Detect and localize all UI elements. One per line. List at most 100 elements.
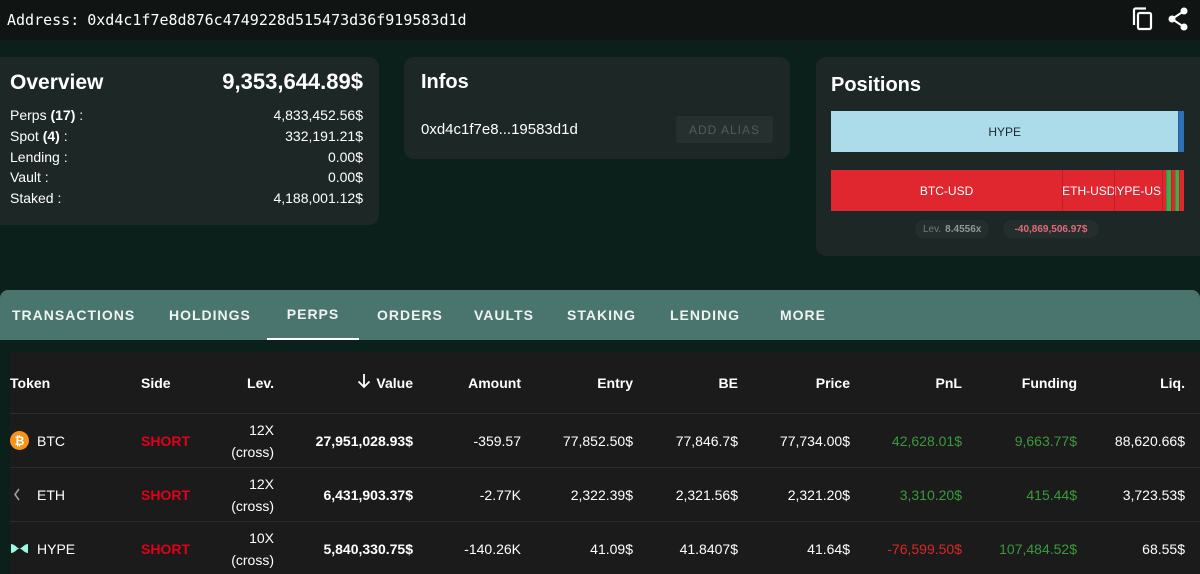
entry-cell: 77,852.50$	[562, 432, 633, 449]
allocation-segment[interactable]: BTC-USD	[831, 170, 1063, 211]
leverage-badge: Lev. 8.4556x	[915, 220, 989, 238]
overview-row-value: 0.00$	[327, 169, 363, 185]
overview-row-value: 0.00$	[327, 149, 363, 165]
overview-row-spot: Spot (4) : 332,191.21$	[10, 128, 363, 144]
allocation-segment[interactable]: ETH-USD	[1062, 170, 1115, 211]
header-value[interactable]: Value	[310, 352, 413, 413]
overview-row-vault: Vault : 0.00$	[10, 169, 363, 185]
share-icon[interactable]	[1166, 6, 1190, 32]
header-funding[interactable]: Funding	[980, 352, 1077, 413]
lev-cell: 10X (cross)	[231, 529, 274, 568]
token-name: ETH	[37, 486, 65, 503]
header-price[interactable]: Price	[760, 352, 850, 413]
tab-vaults[interactable]: VAULTS	[474, 290, 534, 340]
liq-cell: 88,620.66$	[1114, 432, 1185, 449]
allocation-segment[interactable]	[1178, 170, 1184, 211]
pnl-cell: -76,599.50$	[887, 540, 962, 557]
positions-title: Positions	[831, 74, 922, 96]
header-be[interactable]: BE	[660, 352, 738, 413]
header-token[interactable]: Token	[10, 352, 50, 413]
amount-cell: -359.57	[473, 432, 521, 449]
entry-cell: 41.09$	[590, 540, 633, 557]
tab-more[interactable]: MORE	[780, 290, 826, 340]
overview-row-count: (17)	[50, 107, 76, 123]
tab-staking[interactable]: STAKING	[567, 290, 636, 340]
arrow-down-icon	[357, 373, 371, 392]
tab-transactions[interactable]: TRANSACTIONS	[12, 290, 135, 340]
overview-row-staked: Staked : 4,188,001.12$	[10, 190, 363, 206]
overview-row-label: Staked :	[10, 190, 62, 206]
price-cell: 2,321.20$	[787, 486, 850, 503]
funding-cell: 415.44$	[1026, 486, 1077, 503]
allocation-segment[interactable]: HYPE	[831, 111, 1179, 152]
amount-cell: -2.77K	[479, 486, 521, 503]
be-cell: 41.8407$	[679, 540, 738, 557]
infos-title: Infos	[421, 71, 469, 93]
positions-badges: Lev. 8.4556x -40,869,506.97$	[915, 220, 1099, 238]
be-cell: 77,846.7$	[675, 432, 738, 449]
header-entry[interactable]: Entry	[550, 352, 633, 413]
price-cell: 77,734.00$	[779, 432, 850, 449]
perp-allocation-bar: BTC-USDETH-USDHYPE-USD	[831, 170, 1184, 211]
header-pnl[interactable]: PnL	[870, 352, 962, 413]
tab-orders[interactable]: ORDERS	[377, 290, 443, 340]
side-cell: SHORT	[141, 432, 190, 449]
address-bar: Address: 0xd4c1f7e8d876c4749228d515473d3…	[0, 0, 1200, 40]
amount-cell: -140.26K	[464, 540, 521, 557]
overview-row-value: 4,188,001.12$	[273, 190, 363, 206]
copy-icon[interactable]	[1130, 6, 1154, 32]
top-actions	[1130, 6, 1190, 32]
overview-row-label: Perps	[10, 107, 47, 123]
positions-card: Positions HYPE BTC-USDETH-USDHYPE-USD Le…	[816, 57, 1200, 256]
price-cell: 41.64$	[807, 540, 850, 557]
hyperliquid-icon	[10, 539, 29, 558]
side-cell: SHORT	[141, 540, 190, 557]
token-name: HYPE	[37, 540, 76, 557]
tab-holdings[interactable]: HOLDINGS	[169, 290, 251, 340]
allocation-segment[interactable]: HYPE-USD	[1114, 170, 1163, 211]
table-row[interactable]: HYPE SHORT 10X (cross) 5,840,330.75$ -14…	[10, 522, 1200, 574]
allocation-segment[interactable]	[1178, 111, 1184, 152]
address-label: Address:	[7, 11, 80, 29]
pnl-cell: 3,310.20$	[899, 486, 962, 503]
overview-row-value: 332,191.21$	[285, 128, 363, 144]
table-row[interactable]: ₿ BTC SHORT 12X (cross) 27,951,028.93$ -…	[10, 414, 1200, 468]
infos-card: Infos 0xd4c1f7e8...19583d1d ADD ALIAS	[404, 57, 790, 159]
address-value: 0xd4c1f7e8d876c4749228d515473d36f919583d…	[87, 11, 467, 29]
perps-table: Token Side Lev. Value Amount Entry BE Pr…	[0, 340, 1200, 574]
table-row[interactable]: ETH SHORT 12X (cross) 6,431,903.37$ -2.7…	[10, 468, 1200, 522]
ethereum-icon	[10, 485, 29, 504]
overview-row-label: Vault :	[10, 169, 49, 185]
tab-perps[interactable]: PERPS	[267, 290, 359, 340]
liq-cell: 68.55$	[1142, 540, 1185, 557]
funding-cell: 9,663.77$	[1014, 432, 1077, 449]
be-cell: 2,321.56$	[675, 486, 738, 503]
liq-cell: 3,723.53$	[1122, 486, 1185, 503]
overview-row-perps: Perps (17) : 4,833,452.56$	[10, 107, 363, 123]
add-alias-button[interactable]: ADD ALIAS	[676, 116, 773, 143]
header-liq[interactable]: Liq.	[1100, 352, 1185, 413]
pnl-badge: -40,869,506.97$	[1003, 220, 1099, 238]
header-amount[interactable]: Amount	[430, 352, 521, 413]
overview-row-value: 4,833,452.56$	[273, 107, 363, 123]
overview-row-count: (4)	[42, 128, 60, 144]
token-cell: ₿ BTC	[10, 414, 65, 467]
value-cell: 5,840,330.75$	[323, 540, 413, 557]
svg-text:₿: ₿	[15, 434, 25, 448]
overview-title: Overview	[10, 71, 104, 94]
token-name: BTC	[37, 432, 65, 449]
token-cell: HYPE	[10, 522, 75, 574]
funding-cell: 107,484.52$	[999, 540, 1077, 557]
short-address: 0xd4c1f7e8...19583d1d	[421, 121, 578, 138]
lev-cell: 12X (cross)	[231, 421, 274, 460]
header-lev[interactable]: Lev.	[210, 352, 274, 413]
entry-cell: 2,322.39$	[570, 486, 633, 503]
value-cell: 6,431,903.37$	[323, 486, 413, 503]
lev-cell: 12X (cross)	[231, 475, 274, 514]
overview-total: 9,353,644.89$	[222, 69, 363, 94]
bitcoin-icon: ₿	[10, 431, 29, 450]
header-side[interactable]: Side	[141, 352, 171, 413]
tab-lending[interactable]: LENDING	[670, 290, 740, 340]
pnl-cell: 42,628.01$	[891, 432, 962, 449]
overview-row-label: Lending :	[10, 149, 68, 165]
